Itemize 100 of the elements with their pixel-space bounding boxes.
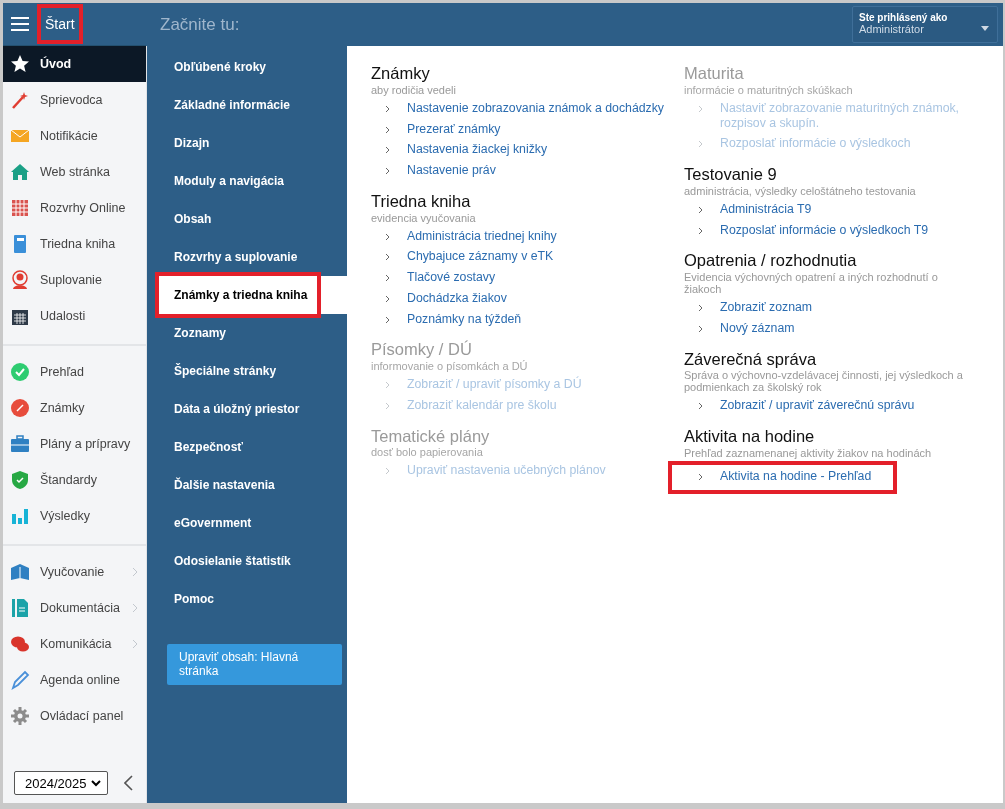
menu-item[interactable]: Rozvrhy a suplovanie	[147, 238, 347, 276]
chevron-right-icon	[385, 146, 390, 155]
magic-wand-icon	[10, 90, 30, 110]
section-subtitle: administrácia, výsledky celoštátneho testovania	[684, 184, 917, 197]
sidebar-item[interactable]: Štandardy	[3, 462, 146, 498]
shield-icon	[10, 470, 30, 490]
start-menu-label[interactable]: Štart	[37, 4, 83, 44]
section-title: Testovanie 9	[684, 165, 778, 185]
menu-item[interactable]: Základné informácie	[147, 86, 347, 124]
section-title: Aktivita na hodine	[684, 427, 816, 447]
chevron-right-icon	[385, 232, 390, 241]
menu-item[interactable]: Dizajn	[147, 124, 347, 162]
chevron-right-icon	[698, 324, 703, 333]
sidebar-item[interactable]: Ovládací panel	[3, 698, 146, 734]
chevron-right-icon	[698, 104, 703, 113]
menu-item[interactable]: Bezpečnosť	[147, 428, 347, 466]
menu-item[interactable]: Obľúbené kroky	[147, 48, 347, 86]
sidebar-item[interactable]: Vyučovanie	[3, 554, 146, 590]
chevron-right-icon	[385, 104, 390, 113]
section-title: Známky	[371, 64, 431, 84]
document-icon	[10, 598, 30, 618]
section-link[interactable]: Zobraziť zoznam	[720, 300, 813, 315]
menu-item[interactable]: Zoznamy	[147, 314, 347, 352]
briefcase-icon	[10, 434, 30, 454]
user-dropdown[interactable]: Ste prihlásený ako Administrátor	[852, 6, 998, 43]
section-link[interactable]: Dochádzka žiakov	[407, 290, 507, 306]
menu-item[interactable]: Moduly a navigácia	[147, 162, 347, 200]
chevron-right-icon	[385, 467, 390, 476]
section-link[interactable]: Nastavenie práv	[407, 163, 496, 178]
circle-icon	[10, 398, 30, 418]
sidebar-item[interactable]: Triedna kniha	[3, 226, 146, 262]
check-circle-icon	[10, 362, 30, 382]
menu-item[interactable]: eGovernment	[147, 504, 347, 542]
sidebar-item[interactable]: Známky	[3, 390, 146, 426]
section-subtitle: dosť bolo papierovania	[371, 446, 484, 459]
section-link[interactable]: Nový záznam	[720, 320, 795, 336]
section-link[interactable]: Prezerať známky	[407, 121, 501, 137]
caret-icon	[981, 26, 989, 31]
section-link[interactable]: Poznámky na týždeň	[407, 311, 522, 327]
section-link[interactable]: Nastavenia žiackej knižky	[407, 142, 548, 158]
chevron-right-icon	[385, 253, 390, 262]
sidebar-item[interactable]: Komunikácia	[3, 626, 146, 662]
chevron-right-icon	[385, 401, 390, 410]
menu-item[interactable]: Pomoc	[147, 580, 347, 618]
chevron-right-icon	[385, 274, 390, 283]
sidebar-item[interactable]: Rozvrhy Online	[3, 190, 146, 226]
sidebar-item[interactable]: Úvod	[3, 46, 146, 82]
gear-icon	[10, 706, 30, 726]
section-title: Tematické plány	[371, 426, 491, 447]
section-link[interactable]: Tlačové zostavy	[407, 270, 496, 285]
year-select[interactable]: 2024/2025	[14, 771, 108, 795]
sidebar-item[interactable]: Prehľad	[3, 354, 146, 390]
menu-item[interactable]: Odosielanie štatistík	[147, 542, 347, 580]
caret-icon	[91, 779, 101, 787]
section-title: Opatrenia / rozhodnutia	[684, 251, 858, 272]
section-link[interactable]: Administrácia triednej knihy	[407, 228, 557, 244]
chevron-right-icon	[698, 304, 703, 313]
sidebar-item[interactable]: Výsledky	[3, 498, 146, 534]
menu-item[interactable]: Špeciálne stránky	[147, 352, 347, 390]
menu-icon[interactable]	[11, 17, 29, 31]
collapse-icon[interactable]	[124, 775, 133, 791]
section-subtitle: aby rodičia vedeli	[371, 83, 457, 96]
person-icon	[10, 270, 30, 290]
sidebar-item[interactable]: Dokumentácia	[3, 590, 146, 626]
section-title: Písomky / DÚ	[371, 340, 473, 361]
star-icon	[10, 54, 30, 74]
section-link[interactable]: Chybajuce záznamy v eTK	[407, 249, 554, 265]
bar-chart-icon	[10, 506, 30, 526]
house-icon	[10, 162, 30, 182]
sidebar-item[interactable]: Web stránka	[3, 154, 146, 190]
section-subtitle: informácie o maturitných skúškach	[684, 83, 854, 96]
sidebar-item[interactable]: Plány a prípravy	[3, 426, 146, 462]
sidebar-item[interactable]: Suplovanie	[3, 262, 146, 298]
section-subtitle: informovanie o písomkách a DÚ	[371, 360, 529, 373]
sidebar-item[interactable]: Notifikácie	[3, 118, 146, 154]
menu-item[interactable]: Dáta a úložný priestor	[147, 390, 347, 428]
menu-item[interactable]: Ďalšie nastavenia	[147, 466, 347, 504]
sidebar-item[interactable]: Agenda online	[3, 662, 146, 698]
section-link[interactable]: Zobraziť / upraviť záverečnú správu	[720, 398, 915, 414]
pen-icon	[10, 670, 30, 690]
sidebar-item[interactable]: Sprievodca	[3, 82, 146, 118]
section-subtitle: evidencia vyučovania	[371, 211, 477, 224]
chevron-right-icon	[698, 402, 703, 411]
chat-icon	[10, 634, 30, 654]
chevron-right-icon	[385, 125, 390, 134]
chevron-right-icon	[385, 167, 390, 176]
book-icon	[10, 562, 30, 582]
chevron-right-icon	[698, 140, 703, 149]
chevron-right-icon	[698, 473, 703, 481]
calendar-grid-icon	[10, 198, 30, 218]
section-subtitle: Prehľad zaznamenanej aktivity žiakov na hodinách	[684, 447, 933, 459]
sidebar-item[interactable]: Udalosti	[3, 298, 146, 334]
section-link[interactable]: Rozposlať informácie o výsledkoch T9	[720, 222, 929, 238]
menu-item[interactable]: Obsah	[147, 200, 347, 238]
section-link[interactable]: Aktivita na hodine - Prehľad	[720, 469, 872, 484]
section-link[interactable]: Administrácia T9	[720, 201, 812, 217]
section-link[interactable]: Nastavenie zobrazovania známok a dochádzky	[407, 100, 665, 116]
section-title: Triedna kniha	[371, 191, 472, 212]
menu-item[interactable]: Známky a triedna kniha	[159, 276, 347, 314]
chevron-right-icon	[698, 226, 703, 235]
